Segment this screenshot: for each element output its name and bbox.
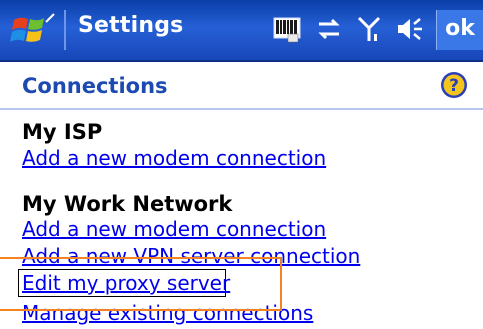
window-title: Settings bbox=[78, 13, 184, 38]
volume-icon[interactable] bbox=[394, 14, 424, 44]
ok-button[interactable]: ok bbox=[436, 10, 483, 50]
start-button[interactable] bbox=[8, 12, 56, 48]
page-title: Connections bbox=[22, 74, 168, 98]
keyboard-icon[interactable] bbox=[272, 14, 302, 44]
title-separator bbox=[64, 10, 66, 50]
title-bar: Settings ok bbox=[0, 0, 483, 62]
help-icon[interactable]: ? bbox=[439, 70, 469, 100]
windows-logo-icon bbox=[10, 13, 55, 42]
section-header: Connections ? bbox=[0, 62, 483, 110]
screen: Settings ok Connections ? My ISP Add a n… bbox=[0, 0, 483, 329]
link-manage-connections[interactable]: Manage existing connections bbox=[22, 301, 313, 325]
signal-icon[interactable] bbox=[354, 14, 384, 44]
link-work-add-modem[interactable]: Add a new modem connection bbox=[22, 217, 326, 241]
svg-text:?: ? bbox=[449, 76, 459, 96]
link-edit-proxy-server[interactable]: Edit my proxy server bbox=[22, 271, 230, 295]
link-isp-add-modem[interactable]: Add a new modem connection bbox=[22, 146, 326, 170]
connectivity-icon[interactable] bbox=[314, 14, 344, 44]
group-title-work-network: My Work Network bbox=[22, 192, 233, 216]
link-work-add-vpn[interactable]: Add a new VPN server connection bbox=[22, 244, 360, 268]
group-title-my-isp: My ISP bbox=[22, 120, 103, 144]
